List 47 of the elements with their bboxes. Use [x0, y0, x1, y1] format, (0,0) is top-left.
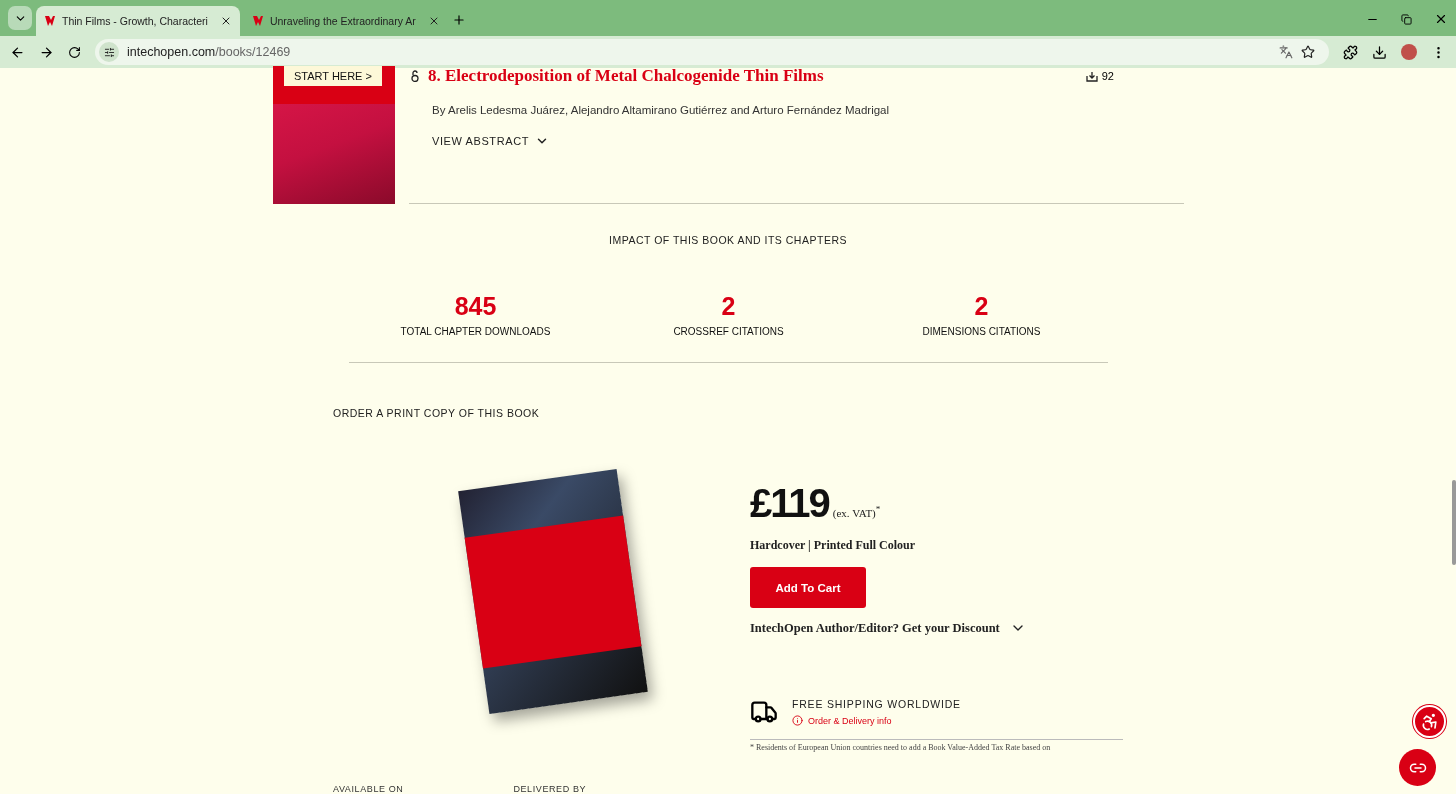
stat-label: DIMENSIONS CITATIONS	[922, 326, 1041, 337]
stat-label: CROSSREF CITATIONS	[673, 326, 784, 337]
lock-open-icon	[410, 70, 420, 82]
stat-value: 845	[454, 292, 497, 320]
back-icon[interactable]	[10, 44, 25, 60]
browser-tab[interactable]: Thin Films - Growth, Characteri	[36, 6, 240, 36]
close-window-icon[interactable]	[1434, 12, 1448, 26]
chapter-title[interactable]: 8. Electrodeposition of Metal Chalcogenide Thin Films	[428, 68, 824, 84]
available-on-label: AVAILABLE ON	[333, 784, 404, 794]
site-favicon	[44, 15, 56, 27]
chat-button[interactable]	[1399, 749, 1436, 786]
bookmark-star-icon[interactable]	[1301, 45, 1315, 59]
site-favicon	[251, 15, 264, 27]
info-icon	[792, 715, 803, 726]
discount-toggle[interactable]: IntechOpen Author/Editor? Get your Discount	[750, 620, 1026, 636]
site-settings-icon[interactable]	[103, 46, 115, 58]
stat-value: 2	[974, 292, 989, 320]
stat-value: 2	[721, 292, 736, 320]
accessibility-icon	[1419, 711, 1440, 732]
delivery-info-link[interactable]: Order & Delivery info	[792, 715, 961, 726]
chapter-authors: By Arelis Ledesma Juárez, Alejandro Altamirano Gutiérrez and Arturo Fernández Madrigal	[432, 103, 891, 118]
delivered-by-label: DELIVERED BY	[513, 784, 587, 794]
address-field[interactable]: intechopen.com/books/12469	[95, 39, 1329, 65]
translate-icon[interactable]	[1279, 45, 1293, 59]
vat-footnote: * Residents of European Union countries need to add a Book Value-Added Tax Rate based on	[750, 739, 1123, 752]
reload-icon[interactable]	[68, 45, 81, 59]
download-icon[interactable]	[1372, 44, 1387, 60]
download-icon	[1085, 70, 1098, 82]
book-format: Hardcover | Printed Full Colour	[750, 538, 917, 553]
forward-icon[interactable]	[39, 44, 54, 60]
extensions-icon[interactable]	[1343, 44, 1358, 60]
download-count: 92	[1101, 70, 1114, 82]
price: £119	[750, 481, 829, 526]
price-note: (ex. VAT)$^{*}$	[832, 504, 881, 519]
view-abstract-button[interactable]: VIEW ABSTRACT	[432, 134, 550, 148]
start-here-button[interactable]: START HERE >	[284, 66, 382, 86]
restore-icon[interactable]	[1401, 14, 1412, 25]
profile-avatar[interactable]	[1401, 44, 1417, 60]
add-to-cart-button[interactable]: Add To Cart	[750, 567, 866, 608]
browser-tab[interactable]: Unraveling the Extraordinary Ar	[243, 6, 448, 36]
section-heading: IMPACT OF THIS BOOK AND ITS CHAPTERS	[609, 234, 847, 246]
section-heading: ORDER A PRINT COPY OF THIS BOOK	[333, 407, 540, 419]
tab-list-button[interactable]	[8, 6, 32, 30]
new-tab-icon[interactable]	[451, 13, 466, 27]
stat-label: TOTAL CHAPTER DOWNLOADS	[400, 326, 551, 337]
shipping-title: FREE SHIPPING WORLDWIDE	[792, 698, 961, 710]
accessibility-button[interactable]	[1413, 705, 1446, 738]
